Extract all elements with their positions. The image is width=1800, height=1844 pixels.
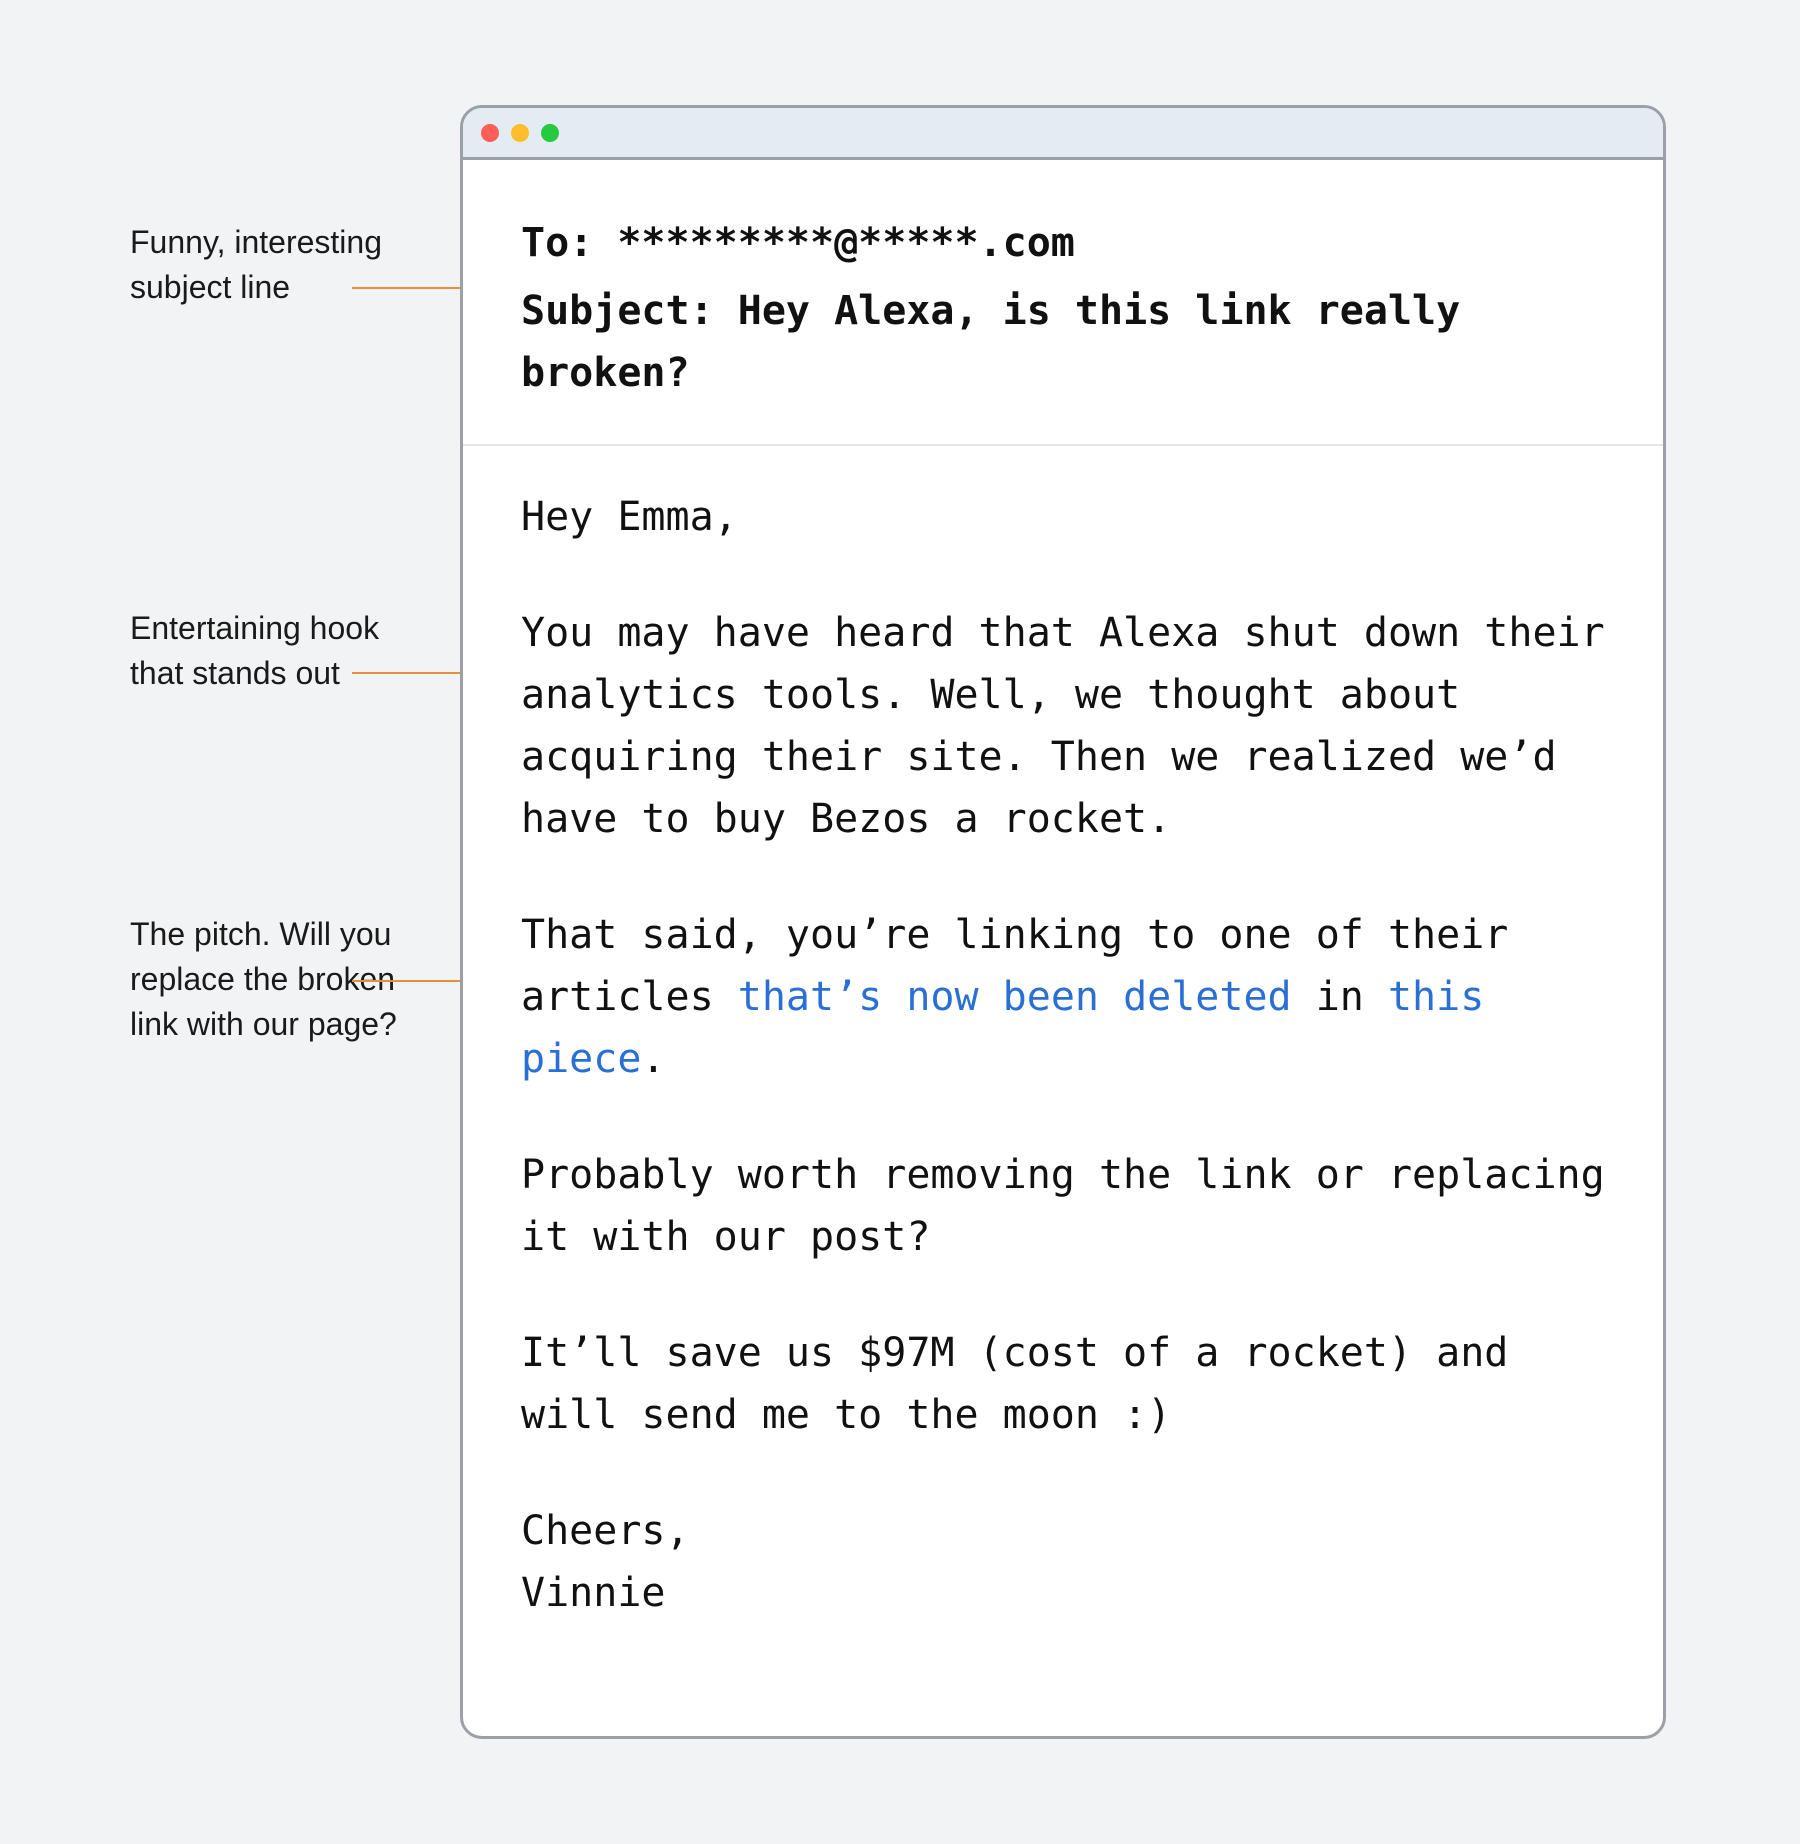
email-body: Hey Emma, You may have heard that Alexa … [463,446,1663,1682]
email-headers: To: *********@*****.com Subject: Hey Ale… [463,160,1663,446]
joke-paragraph: It’ll save us $97M (cost of a rocket) an… [521,1322,1605,1446]
hook-paragraph: You may have heard that Alexa shut down … [521,602,1605,850]
email-window: To: *********@*****.com Subject: Hey Ale… [460,105,1666,1739]
signoff-block: Cheers, Vinnie [521,1500,1605,1624]
close-icon[interactable] [481,124,499,142]
annotation-subject-line: Funny, interesting subject line [130,220,440,310]
signoff: Cheers, [521,1508,690,1554]
to-label: To: [521,220,617,266]
subject-label: Subject: [521,288,738,334]
sender-name: Vinnie [521,1570,666,1616]
maximize-icon[interactable] [541,124,559,142]
minimize-icon[interactable] [511,124,529,142]
annotation-pitch: The pitch. Will you replace the broken l… [130,912,440,1046]
window-titlebar [463,108,1663,160]
pitch-paragraph: That said, you’re linking to one of thei… [521,904,1605,1090]
greeting: Hey Emma, [521,486,1605,548]
pitch-post: . [641,1036,665,1082]
to-value: *********@*****.com [617,220,1075,266]
header-to-row: To: *********@*****.com [521,212,1605,274]
deleted-article-link[interactable]: that’s now been deleted [738,974,1292,1020]
header-subject-row: Subject: Hey Alexa, is this link really … [521,280,1605,404]
ask-paragraph: Probably worth removing the link or repl… [521,1144,1605,1268]
annotation-hook: Entertaining hook that stands out [130,606,440,696]
pitch-mid: in [1292,974,1388,1020]
